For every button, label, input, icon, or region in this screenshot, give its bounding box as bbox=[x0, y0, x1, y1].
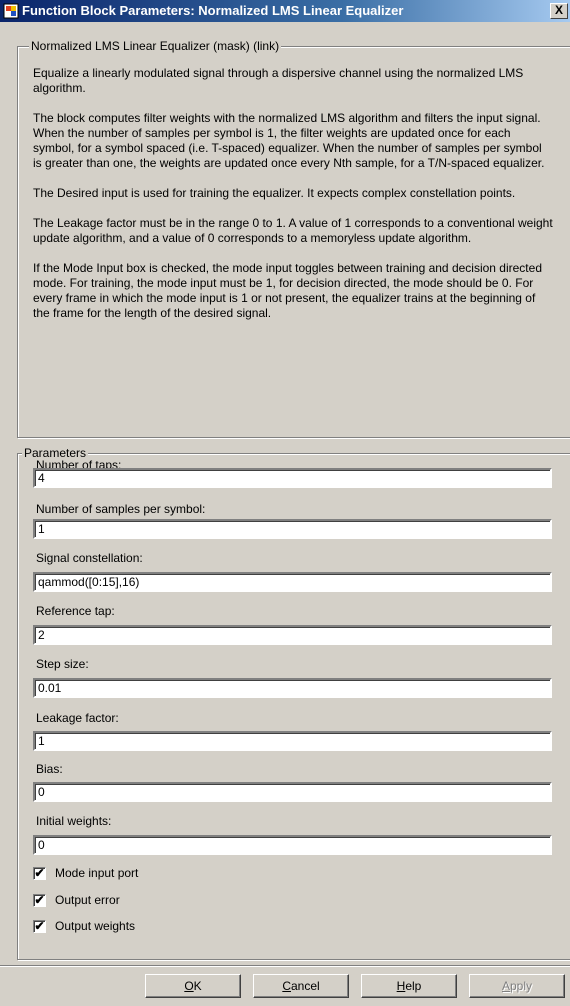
ok-button[interactable]: OK bbox=[145, 974, 241, 998]
ok-label-rest: K bbox=[193, 979, 202, 993]
bias-label: Bias: bbox=[36, 762, 63, 776]
title-bar[interactable]: Function Block Parameters: Normalized LM… bbox=[0, 0, 570, 22]
samples-per-symbol-input[interactable] bbox=[33, 519, 552, 539]
step-size-label: Step size: bbox=[36, 657, 89, 671]
help-button[interactable]: Help bbox=[361, 974, 457, 998]
number-of-taps-input[interactable] bbox=[33, 468, 552, 488]
description-paragraph: The Leakage factor must be in the range … bbox=[33, 216, 553, 245]
ok-mnemonic: O bbox=[184, 979, 194, 993]
mode-input-port-checkbox[interactable]: ✔ bbox=[33, 867, 46, 880]
initial-weights-input[interactable] bbox=[33, 835, 552, 855]
output-weights-label: Output weights bbox=[55, 919, 136, 933]
simulink-block-icon bbox=[3, 3, 19, 19]
reference-tap-label: Reference tap: bbox=[36, 604, 115, 618]
apply-button[interactable]: Apply bbox=[469, 974, 565, 998]
apply-label-rest: pply bbox=[510, 979, 533, 993]
mask-group-legend: Normalized LMS Linear Equalizer (mask) (… bbox=[29, 39, 282, 53]
button-divider bbox=[0, 965, 570, 967]
window-title: Function Block Parameters: Normalized LM… bbox=[22, 3, 404, 18]
leakage-factor-label: Leakage factor: bbox=[36, 711, 119, 725]
signal-constellation-input[interactable] bbox=[33, 572, 552, 592]
mode-input-port-label: Mode input port bbox=[55, 866, 139, 880]
cancel-mnemonic: C bbox=[282, 979, 291, 993]
cancel-label-rest: ancel bbox=[290, 979, 320, 993]
samples-per-symbol-label: Number of samples per symbol: bbox=[36, 502, 206, 516]
description-paragraph: If the Mode Input box is checked, the mo… bbox=[33, 261, 542, 320]
help-label-rest: elp bbox=[405, 979, 422, 993]
output-error-label: Output error bbox=[55, 893, 120, 907]
reference-tap-input[interactable] bbox=[33, 625, 552, 645]
description-paragraph: The block computes filter weights with t… bbox=[33, 111, 545, 170]
leakage-factor-input[interactable] bbox=[33, 731, 552, 751]
close-button[interactable]: X bbox=[550, 3, 568, 19]
description-paragraph: The Desired input is used for training t… bbox=[33, 186, 516, 200]
step-size-input[interactable] bbox=[33, 678, 552, 698]
initial-weights-label: Initial weights: bbox=[36, 814, 112, 828]
output-weights-checkbox[interactable]: ✔ bbox=[33, 920, 46, 933]
apply-mnemonic: A bbox=[501, 979, 510, 993]
mask-description: Equalize a linearly modulated signal thr… bbox=[33, 66, 553, 336]
output-error-checkbox[interactable]: ✔ bbox=[33, 894, 46, 907]
description-paragraph: Equalize a linearly modulated signal thr… bbox=[33, 66, 524, 95]
bias-input[interactable] bbox=[33, 782, 552, 802]
cancel-button[interactable]: Cancel bbox=[253, 974, 349, 998]
signal-constellation-label: Signal constellation: bbox=[36, 551, 143, 565]
